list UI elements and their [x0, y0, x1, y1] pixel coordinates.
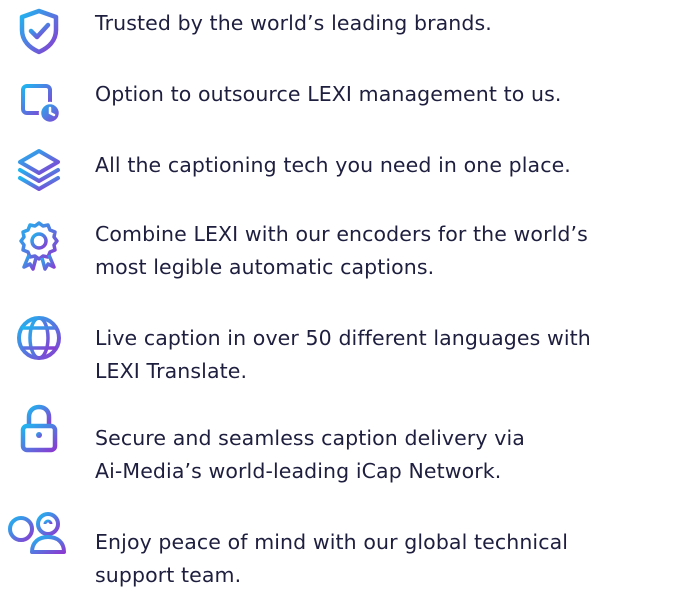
- award-ribbon-icon: [14, 220, 64, 271]
- feature-text-line: All the captioning tech you need in one …: [95, 153, 571, 177]
- feature-text: Combine LEXI with our encoders for the w…: [95, 218, 675, 284]
- layers-icon: [14, 145, 64, 195]
- feature-text-line: Secure and seamless caption delivery via: [95, 426, 525, 450]
- feature-text: All the captioning tech you need in one …: [95, 149, 675, 182]
- feature-text: Live caption in over 50 different langua…: [95, 322, 675, 388]
- lock-icon: [14, 404, 64, 454]
- feature-text-line: Trusted by the world’s leading brands.: [95, 11, 492, 35]
- feature-text: Enjoy peace of mind with our global tech…: [95, 526, 675, 592]
- feature-text-line: support team.: [95, 563, 242, 587]
- feature-text: Trusted by the world’s leading brands.: [95, 7, 675, 40]
- feature-text-line: Live caption in over 50 different langua…: [95, 326, 591, 350]
- support-team-icon: [6, 508, 70, 558]
- feature-text-line: most legible automatic captions.: [95, 255, 435, 279]
- feature-text-line: LEXI Translate.: [95, 359, 248, 383]
- calendar-clock-icon: [14, 76, 64, 126]
- feature-text-line: Enjoy peace of mind with our global tech…: [95, 530, 569, 554]
- feature-text-line: Ai-Media’s world-leading iCap Network.: [95, 459, 502, 483]
- globe-icon: [14, 313, 64, 363]
- feature-text: Secure and seamless caption delivery via…: [95, 422, 675, 488]
- feature-text: Option to outsource LEXI management to u…: [95, 78, 675, 111]
- shield-check-icon: [14, 6, 64, 56]
- feature-text-line: Option to outsource LEXI management to u…: [95, 82, 562, 106]
- feature-text-line: Combine LEXI with our encoders for the w…: [95, 222, 588, 246]
